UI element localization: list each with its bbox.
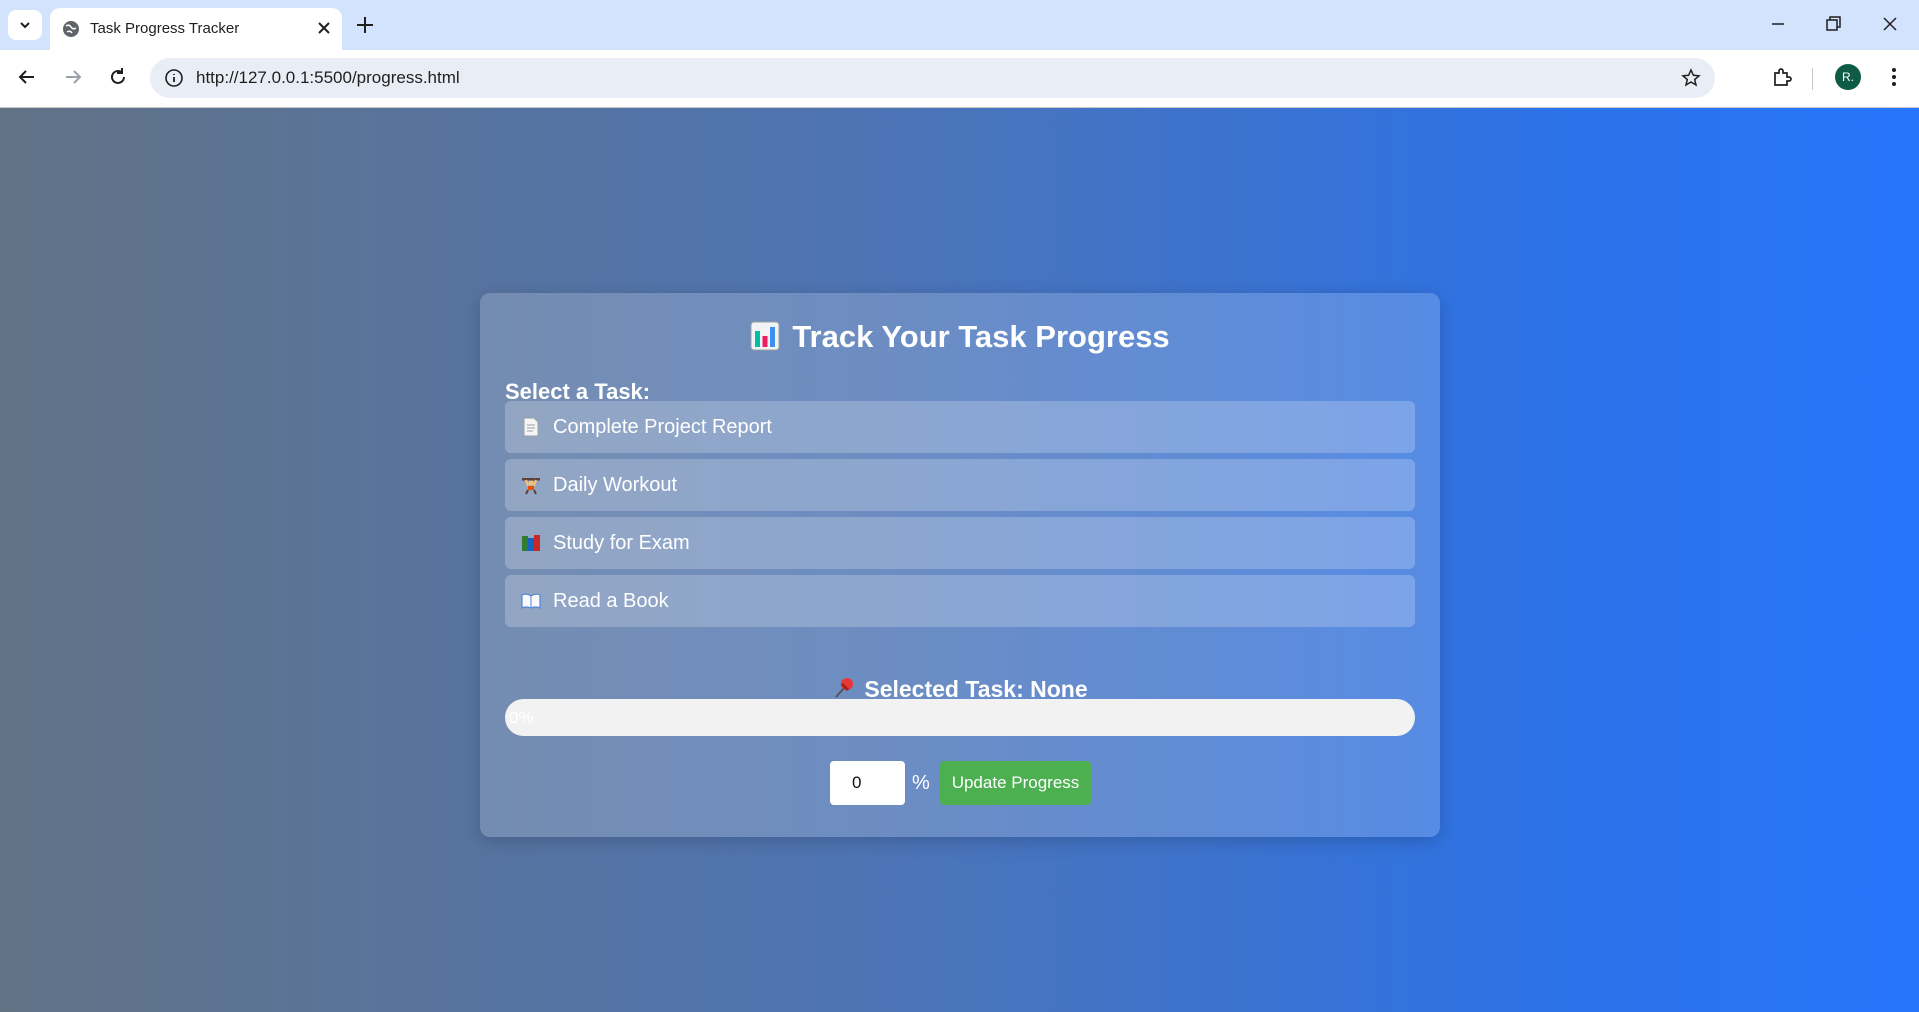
globe-icon [63,21,79,37]
percent-sign: % [912,772,930,794]
forward-icon[interactable] [62,66,84,88]
more-menu-icon[interactable] [1882,65,1906,89]
task-label: Daily Workout [553,473,678,496]
active-tab[interactable]: Task Progress Tracker [50,8,342,50]
progress-input[interactable] [830,761,905,805]
extensions-icon[interactable] [1770,65,1794,89]
page-title: Track Your Task Progress [480,319,1440,355]
address-bar[interactable]: http://127.0.0.1:5500/progress.html [150,58,1715,98]
pushpin-icon [835,678,854,698]
url-text[interactable]: http://127.0.0.1:5500/progress.html [196,58,460,98]
info-icon[interactable] [164,68,184,88]
tab-search-button[interactable] [8,10,42,40]
task-option-complete-project-report[interactable]: Complete Project Report [505,401,1415,453]
tab-strip: Task Progress Tracker [0,0,1919,50]
open-book-icon [521,591,541,611]
task-option-study-for-exam[interactable]: Study for Exam [505,517,1415,569]
document-icon [521,417,541,437]
task-list: Complete Project Report Daily Workout St… [505,401,1415,633]
weightlifter-icon [521,475,541,495]
page-background: Track Your Task Progress Select a Task: … [0,108,1919,1012]
reload-icon[interactable] [107,66,129,88]
progress-bar: 0% [505,699,1415,736]
task-label: Complete Project Report [553,415,772,438]
browser-toolbar: http://127.0.0.1:5500/progress.html R. [0,50,1919,108]
tab-title: Task Progress Tracker [90,20,240,37]
tracker-card: Track Your Task Progress Select a Task: … [480,293,1440,837]
profile-avatar[interactable]: R. [1835,64,1861,90]
toolbar-separator [1812,68,1813,90]
progress-controls: % Update Progress [480,761,1440,807]
bar-chart-icon [750,321,780,351]
progress-percent-label: 0% [509,708,534,727]
task-label: Read a Book [553,589,669,612]
page-title-text: Track Your Task Progress [792,319,1170,354]
minimize-icon[interactable] [1768,14,1788,34]
back-icon[interactable] [16,66,38,88]
task-label: Study for Exam [553,531,690,554]
new-tab-icon[interactable] [354,14,376,36]
chevron-down-icon [20,22,30,29]
task-option-read-a-book[interactable]: Read a Book [505,575,1415,627]
books-icon [521,533,541,553]
update-progress-button[interactable]: Update Progress [940,761,1091,805]
task-option-daily-workout[interactable]: Daily Workout [505,459,1415,511]
restore-icon[interactable] [1823,14,1843,34]
close-window-icon[interactable] [1880,14,1900,34]
bookmark-star-icon[interactable] [1681,68,1701,88]
close-tab-icon[interactable] [316,20,332,36]
